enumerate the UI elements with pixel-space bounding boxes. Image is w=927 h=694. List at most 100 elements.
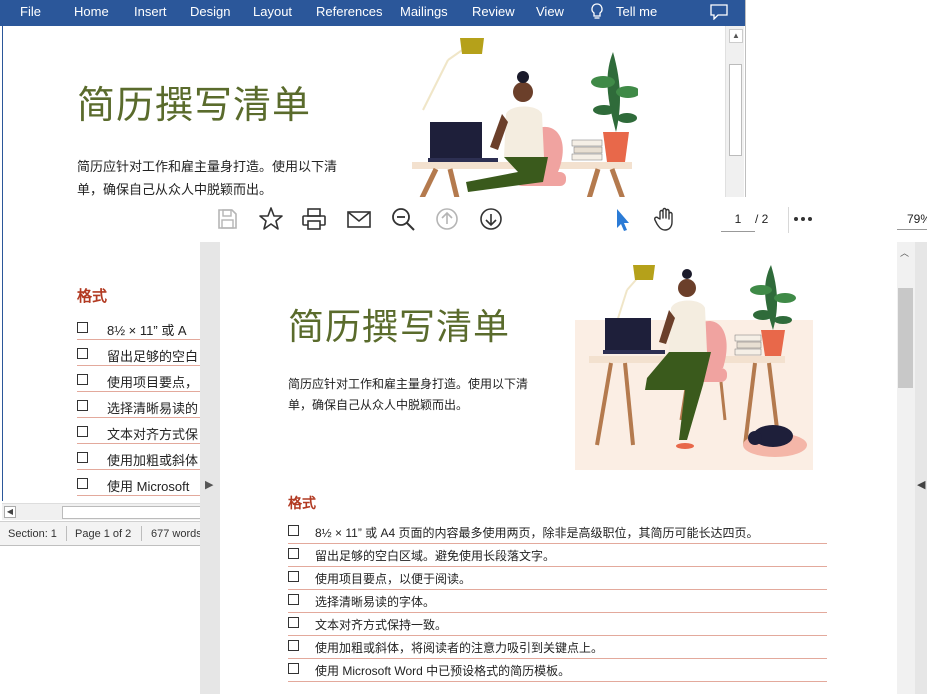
- pdf-checklist-text: 留出足够的空白区域。避免使用长段落文字。: [315, 549, 556, 563]
- page-number-input[interactable]: [721, 207, 755, 232]
- pdf-vertical-scroll-thumb[interactable]: [898, 288, 913, 388]
- book-stack: [734, 334, 762, 356]
- previous-page-icon[interactable]: [433, 205, 461, 233]
- checkbox[interactable]: [77, 426, 88, 437]
- right-panel-toggle-icon[interactable]: ◀: [917, 478, 925, 491]
- word-doc-intro-line2: 单，确保自己从众人中脱颖而出。: [77, 182, 273, 197]
- menu-references[interactable]: References: [316, 4, 382, 19]
- menu-layout[interactable]: Layout: [253, 4, 292, 19]
- checkbox[interactable]: [77, 478, 88, 489]
- desk-lamp: [422, 38, 484, 111]
- word-checklist-row: 文本对齐方式保: [77, 420, 205, 444]
- word-doc-heading: 格式: [77, 288, 108, 305]
- word-doc-title: 简历撰写清单: [77, 83, 312, 127]
- pdf-page[interactable]: 简历撰写清单 简历应针对工作和雇主量身打造。使用以下清 单，确保自己从众人中脱颖…: [220, 242, 897, 694]
- pdf-doc-heading: 格式: [288, 495, 316, 511]
- pdf-checklist-text: 8½ × 11” 或 A4 页面的内容最多使用两页，除非是高级职位，其简历可能长…: [315, 526, 759, 540]
- page-total: / 2: [755, 212, 769, 226]
- word-checklist-row: 使用项目要点，: [77, 368, 205, 392]
- pdf-checklist-text: 选择清晰易读的字体。: [315, 595, 436, 609]
- checkbox[interactable]: [77, 374, 88, 385]
- word-checklist-row: 使用加粗或斜体: [77, 446, 205, 470]
- status-word-count[interactable]: 677 words: [151, 528, 202, 540]
- word-checklist-text: 选择清晰易读的: [107, 401, 199, 416]
- pdf-checklist-row: 使用项目要点，以便于阅读。: [288, 566, 827, 590]
- checkbox[interactable]: [288, 663, 299, 674]
- email-icon[interactable]: [345, 205, 373, 233]
- comment-icon[interactable]: [710, 4, 728, 20]
- checkbox[interactable]: [77, 452, 88, 463]
- menu-review[interactable]: Review: [472, 4, 515, 19]
- pdf-checklist-row: 8½ × 11” 或 A4 页面的内容最多使用两页，除非是高级职位，其简历可能长…: [288, 520, 827, 544]
- pdf-checklist-row: 留出足够的空白区域。避免使用长段落文字。: [288, 543, 827, 567]
- word-checklist-text: 留出足够的空白: [107, 349, 199, 364]
- word-checklist-row: 留出足够的空白: [77, 342, 205, 366]
- word-vertical-scroll-thumb[interactable]: [729, 64, 742, 156]
- pdf-checklist-text: 使用 Microsoft Word 中已预设格式的简历模板。: [315, 664, 571, 678]
- next-page-icon[interactable]: [477, 205, 505, 233]
- select-cursor-icon[interactable]: [608, 205, 636, 233]
- zoom-out-icon[interactable]: [389, 205, 417, 233]
- pdf-checklist-row: 选择清晰易读的字体。: [288, 589, 827, 613]
- lightbulb-icon[interactable]: [590, 3, 604, 21]
- scroll-left-arrow-icon[interactable]: ◀: [4, 506, 16, 518]
- menu-home[interactable]: Home: [74, 4, 109, 19]
- checkbox[interactable]: [288, 640, 299, 651]
- checkbox[interactable]: [288, 525, 299, 536]
- menu-file[interactable]: File: [20, 4, 41, 19]
- word-checklist-text: 使用项目要点，: [107, 375, 199, 390]
- menu-mailings[interactable]: Mailings: [400, 4, 448, 19]
- pdf-toolbar: / 2 79% ▼: [200, 197, 927, 242]
- scroll-up-arrow-icon[interactable]: ︿: [900, 246, 909, 259]
- word-checklist-row: 8½ × 11” 或 A: [77, 316, 205, 340]
- menu-design[interactable]: Design: [190, 4, 230, 19]
- pdf-doc-intro-line2: 单，确保自己从众人中脱颖而出。: [288, 398, 469, 412]
- checkbox[interactable]: [288, 571, 299, 582]
- status-divider: [66, 526, 67, 541]
- word-checklist-row: 使用 Microsoft: [77, 472, 205, 496]
- bookmark-star-icon[interactable]: [257, 205, 285, 233]
- word-checklist-text: 8½ × 11” 或 A: [107, 323, 187, 338]
- book-stack: [571, 139, 603, 161]
- checkbox[interactable]: [77, 348, 88, 359]
- checkbox[interactable]: [77, 400, 88, 411]
- word-checklist-text: 使用加粗或斜体: [107, 453, 199, 468]
- zoom-select[interactable]: 79% ▼: [897, 207, 927, 230]
- desk-illustration: [412, 38, 638, 202]
- word-checklist-row: 选择清晰易读的: [77, 394, 205, 418]
- word-horizontal-scroll-thumb[interactable]: [62, 506, 204, 519]
- word-checklist-text: 使用 Microsoft: [107, 479, 190, 494]
- more-options-icon[interactable]: [789, 205, 817, 233]
- status-divider: [141, 526, 142, 541]
- word-ribbon-menu: File Home Insert Design Layout Reference…: [0, 0, 745, 26]
- status-page-count[interactable]: Page 1 of 2: [75, 528, 131, 540]
- menu-view[interactable]: View: [536, 4, 564, 19]
- word-doc-intro-line1: 简历应针对工作和雇主量身打造。使用以下清: [77, 159, 338, 174]
- desk-illustration: [575, 265, 813, 470]
- left-panel-toggle-icon[interactable]: ▶: [205, 478, 213, 491]
- zoom-level: 79%: [907, 212, 927, 226]
- pdf-checklist-row: 使用 Microsoft Word 中已预设格式的简历模板。: [288, 658, 827, 682]
- pdf-checklist-text: 文本对齐方式保持一致。: [315, 618, 448, 632]
- pdf-vertical-scrollbar[interactable]: ︿: [897, 242, 915, 694]
- word-checklist-text: 文本对齐方式保: [107, 427, 199, 442]
- hand-tool-icon[interactable]: [651, 205, 679, 233]
- print-icon[interactable]: [300, 205, 328, 233]
- pdf-checklist-row: 使用加粗或斜体，将阅读者的注意力吸引到关键点上。: [288, 635, 827, 659]
- pdf-checklist-row: 文本对齐方式保持一致。: [288, 612, 827, 636]
- pdf-checklist-text: 使用项目要点，以便于阅读。: [315, 572, 472, 586]
- scroll-up-arrow-icon[interactable]: ▲: [729, 29, 743, 43]
- menu-tell-me[interactable]: Tell me: [616, 4, 657, 19]
- pdf-checklist-text: 使用加粗或斜体，将阅读者的注意力吸引到关键点上。: [315, 641, 604, 655]
- checkbox[interactable]: [288, 594, 299, 605]
- status-section[interactable]: Section: 1: [8, 528, 57, 540]
- pdf-viewport[interactable]: 简历撰写清单 简历应针对工作和雇主量身打造。使用以下清 单，确保自己从众人中脱颖…: [200, 242, 927, 694]
- checkbox[interactable]: [288, 548, 299, 559]
- pdf-doc-intro-line1: 简历应针对工作和雇主量身打造。使用以下清: [288, 377, 529, 391]
- pdf-doc-title: 简历撰写清单: [288, 307, 511, 348]
- save-icon[interactable]: [213, 205, 241, 233]
- checkbox[interactable]: [77, 322, 88, 333]
- menu-insert[interactable]: Insert: [134, 4, 167, 19]
- laptop: [428, 122, 498, 162]
- checkbox[interactable]: [288, 617, 299, 628]
